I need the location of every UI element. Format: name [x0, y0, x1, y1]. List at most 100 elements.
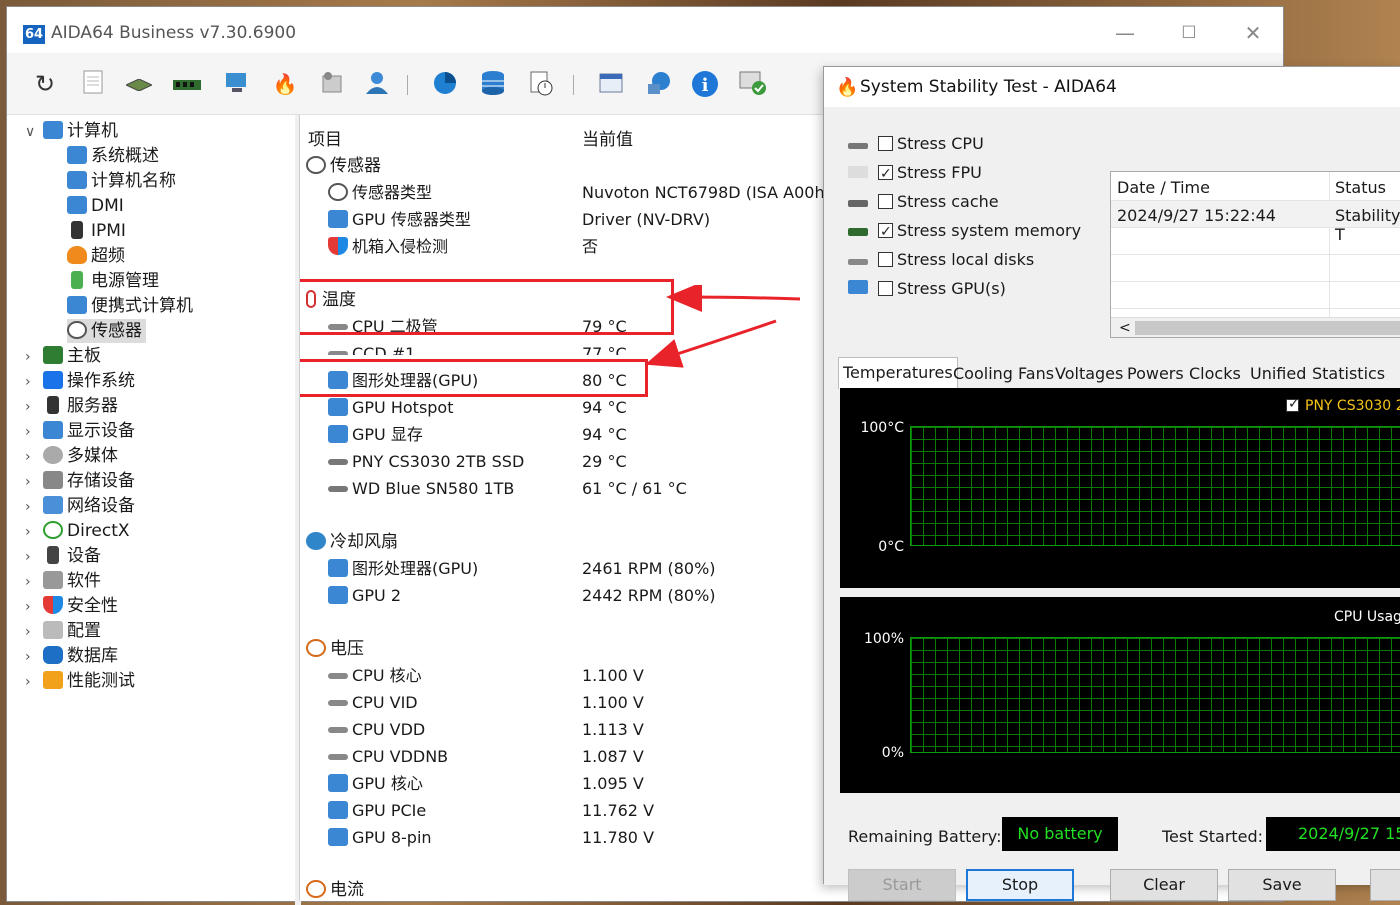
- stress-fpu-option[interactable]: Stress FPU: [848, 161, 982, 186]
- list-row[interactable]: CPU VDDNB: [328, 744, 448, 770]
- chevron-down-icon[interactable]: ∨: [25, 120, 43, 144]
- tree-node-config[interactable]: › 配置: [25, 619, 101, 643]
- tab-cooling-fans[interactable]: Cooling Fans: [948, 361, 1059, 387]
- chevron-right-icon[interactable]: ›: [25, 345, 43, 369]
- list-row[interactable]: GPU 核心: [328, 771, 423, 797]
- network-icon[interactable]: [645, 70, 673, 98]
- list-row[interactable]: CPU VID: [328, 690, 418, 716]
- chevron-right-icon[interactable]: ›: [25, 545, 43, 569]
- more-button[interactable]: [1370, 869, 1400, 901]
- stress-gpu-option[interactable]: Stress GPU(s): [848, 277, 1006, 301]
- save-button[interactable]: Save: [1228, 869, 1336, 901]
- list-row[interactable]: GPU 8-pin: [328, 825, 432, 851]
- tab-temperatures[interactable]: Temperatures: [838, 357, 958, 389]
- column-header-status[interactable]: Status: [1335, 178, 1386, 197]
- stress-cache-checkbox[interactable]: [878, 194, 893, 209]
- database-icon[interactable]: [479, 70, 507, 98]
- info-icon[interactable]: i: [691, 70, 719, 98]
- tab-unified[interactable]: Unified: [1245, 361, 1311, 387]
- tree-node-storage[interactable]: › 存储设备: [25, 469, 135, 493]
- tree-node-server[interactable]: › 服务器: [25, 394, 118, 418]
- chevron-right-icon[interactable]: ›: [25, 520, 43, 544]
- horizontal-scrollbar[interactable]: <: [1111, 317, 1400, 337]
- chevron-right-icon[interactable]: ›: [25, 420, 43, 444]
- benchmark-icon[interactable]: [431, 70, 459, 98]
- tab-statistics[interactable]: Statistics: [1307, 361, 1390, 387]
- tree-node-multimedia[interactable]: › 多媒体: [25, 444, 118, 468]
- column-header-date[interactable]: Date / Time: [1117, 178, 1210, 197]
- tree-item-sensors[interactable]: 传感器: [67, 319, 146, 343]
- scroll-left-arrow[interactable]: <: [1119, 318, 1131, 338]
- scroll-thumb[interactable]: [1135, 321, 1400, 335]
- motherboard-icon[interactable]: [124, 70, 154, 98]
- tab-powers[interactable]: Powers: [1122, 361, 1189, 387]
- user-icon[interactable]: [363, 70, 391, 98]
- list-row[interactable]: GPU 传感器类型: [328, 207, 471, 233]
- maximize-button[interactable]: ☐: [1169, 19, 1209, 47]
- tree-node-devices[interactable]: › 设备: [25, 544, 101, 568]
- stress-gpu-checkbox[interactable]: [878, 281, 893, 296]
- stress-cpu-option[interactable]: Stress CPU: [848, 132, 984, 156]
- group-sensors[interactable]: 传感器: [306, 153, 381, 179]
- stress-memory-option[interactable]: Stress system memory: [848, 219, 1081, 244]
- list-row[interactable]: PNY CS3030 2TB SSD: [328, 449, 524, 475]
- list-row[interactable]: CPU 核心: [328, 663, 422, 689]
- tree-node-directx[interactable]: › DirectX: [25, 519, 130, 543]
- tree-item-portable[interactable]: 便携式计算机: [67, 294, 193, 318]
- list-row[interactable]: 图形处理器(GPU): [328, 556, 478, 582]
- tree-node-benchmark[interactable]: › 性能测试: [25, 669, 135, 693]
- tree-item-power[interactable]: 电源管理: [67, 269, 159, 293]
- list-row[interactable]: 机箱入侵检测: [328, 234, 448, 260]
- tab-clocks[interactable]: Clocks: [1184, 361, 1246, 387]
- chevron-right-icon[interactable]: ›: [25, 470, 43, 494]
- close-button[interactable]: ✕: [1233, 19, 1273, 47]
- tree-node-display[interactable]: › 显示设备: [25, 419, 135, 443]
- list-row[interactable]: GPU Hotspot: [328, 395, 454, 421]
- tab-voltages[interactable]: Voltages: [1050, 361, 1128, 387]
- report-wizard-icon[interactable]: [597, 70, 625, 98]
- list-row[interactable]: GPU PCIe: [328, 798, 426, 824]
- chevron-right-icon[interactable]: ›: [25, 570, 43, 594]
- chevron-right-icon[interactable]: ›: [25, 670, 43, 694]
- chevron-right-icon[interactable]: ›: [25, 645, 43, 669]
- column-header-value[interactable]: 当前值: [582, 125, 633, 150]
- stress-cpu-checkbox[interactable]: [878, 136, 893, 151]
- tree-node-network[interactable]: › 网络设备: [25, 494, 135, 518]
- chevron-right-icon[interactable]: ›: [25, 395, 43, 419]
- list-row[interactable]: GPU 2: [328, 583, 401, 609]
- clear-button[interactable]: Clear: [1110, 869, 1218, 901]
- tree-node-database[interactable]: › 数据库: [25, 644, 118, 668]
- stress-cache-option[interactable]: Stress cache: [848, 190, 999, 214]
- stress-test-icon[interactable]: [739, 70, 767, 98]
- start-button[interactable]: Start: [848, 869, 956, 901]
- group-current[interactable]: 电流: [306, 877, 364, 901]
- tree-node-software[interactable]: › 软件: [25, 569, 101, 593]
- stress-fpu-checkbox[interactable]: [878, 162, 893, 186]
- stress-memory-checkbox[interactable]: [878, 220, 893, 244]
- temp-legend-entry[interactable]: PNY CS3030 2T: [1286, 396, 1400, 414]
- chevron-right-icon[interactable]: ›: [25, 620, 43, 644]
- tree-item-ipmi[interactable]: IPMI: [67, 219, 126, 243]
- stress-disks-option[interactable]: Stress local disks: [848, 248, 1034, 272]
- tree-item-overview[interactable]: 系统概述: [67, 144, 159, 168]
- group-voltage[interactable]: 电压: [306, 636, 364, 662]
- refresh-icon[interactable]: ↻: [31, 70, 59, 98]
- schedule-icon[interactable]: [527, 70, 555, 98]
- column-header-item[interactable]: 项目: [308, 125, 342, 150]
- list-row[interactable]: CCD #1: [328, 341, 415, 355]
- list-row[interactable]: GPU 显存: [328, 422, 423, 448]
- list-row[interactable]: CPU VDD: [328, 717, 425, 743]
- stop-button[interactable]: Stop: [966, 869, 1074, 901]
- computer-icon[interactable]: [223, 70, 251, 98]
- config-icon[interactable]: [319, 70, 347, 98]
- chevron-right-icon[interactable]: ›: [25, 445, 43, 469]
- list-row[interactable]: 传感器类型: [328, 180, 432, 206]
- tree-node-os[interactable]: › 操作系统: [25, 369, 135, 393]
- tree-node-security[interactable]: › 安全性: [25, 594, 118, 618]
- tree-item-dmi[interactable]: DMI: [67, 194, 124, 218]
- temp-legend-checkbox[interactable]: [1286, 396, 1300, 412]
- minimize-button[interactable]: —: [1105, 19, 1145, 47]
- chevron-right-icon[interactable]: ›: [25, 370, 43, 394]
- tree-item-computer-name[interactable]: 计算机名称: [67, 169, 176, 193]
- flame-icon[interactable]: 🔥: [271, 70, 299, 98]
